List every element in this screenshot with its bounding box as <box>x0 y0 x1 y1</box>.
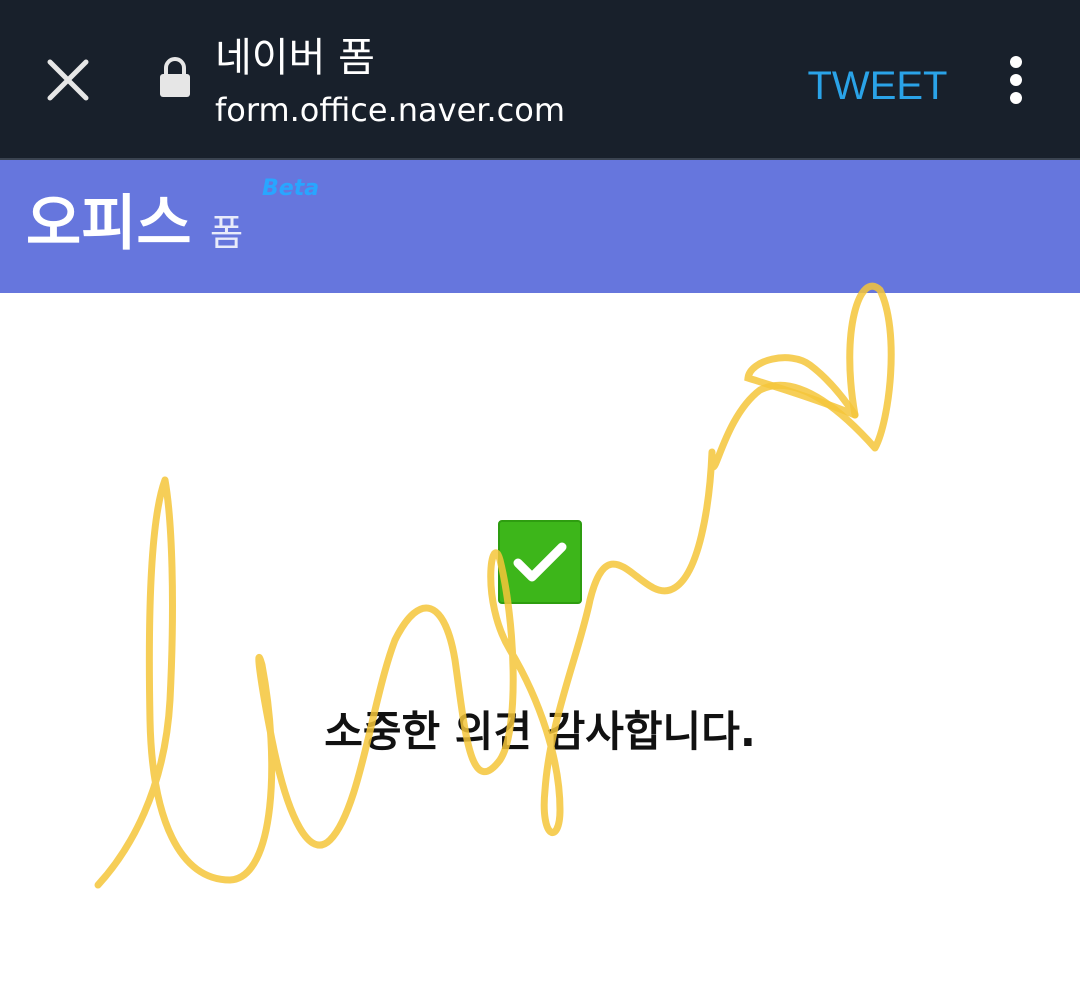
checkmark-icon <box>513 542 567 582</box>
close-icon <box>47 59 89 101</box>
more-vert-icon <box>1010 56 1022 68</box>
success-checkbox <box>498 520 582 604</box>
page-title: 네이버 폼 <box>215 35 375 81</box>
brand-product-name: 폼 <box>210 213 244 254</box>
page-url: form.office.naver.com <box>215 91 565 129</box>
more-options-button[interactable] <box>992 50 1040 110</box>
more-vert-icon <box>1010 92 1022 104</box>
brand-logo-text[interactable]: 오피스 <box>26 186 192 262</box>
thank-you-message: 소중한 의견 감사합니다. <box>324 707 756 756</box>
tweet-button[interactable]: TWEET <box>795 58 960 114</box>
lock-icon <box>160 57 190 97</box>
more-vert-icon <box>1010 74 1022 86</box>
beta-badge: Beta <box>262 176 320 201</box>
close-button[interactable] <box>38 50 98 110</box>
